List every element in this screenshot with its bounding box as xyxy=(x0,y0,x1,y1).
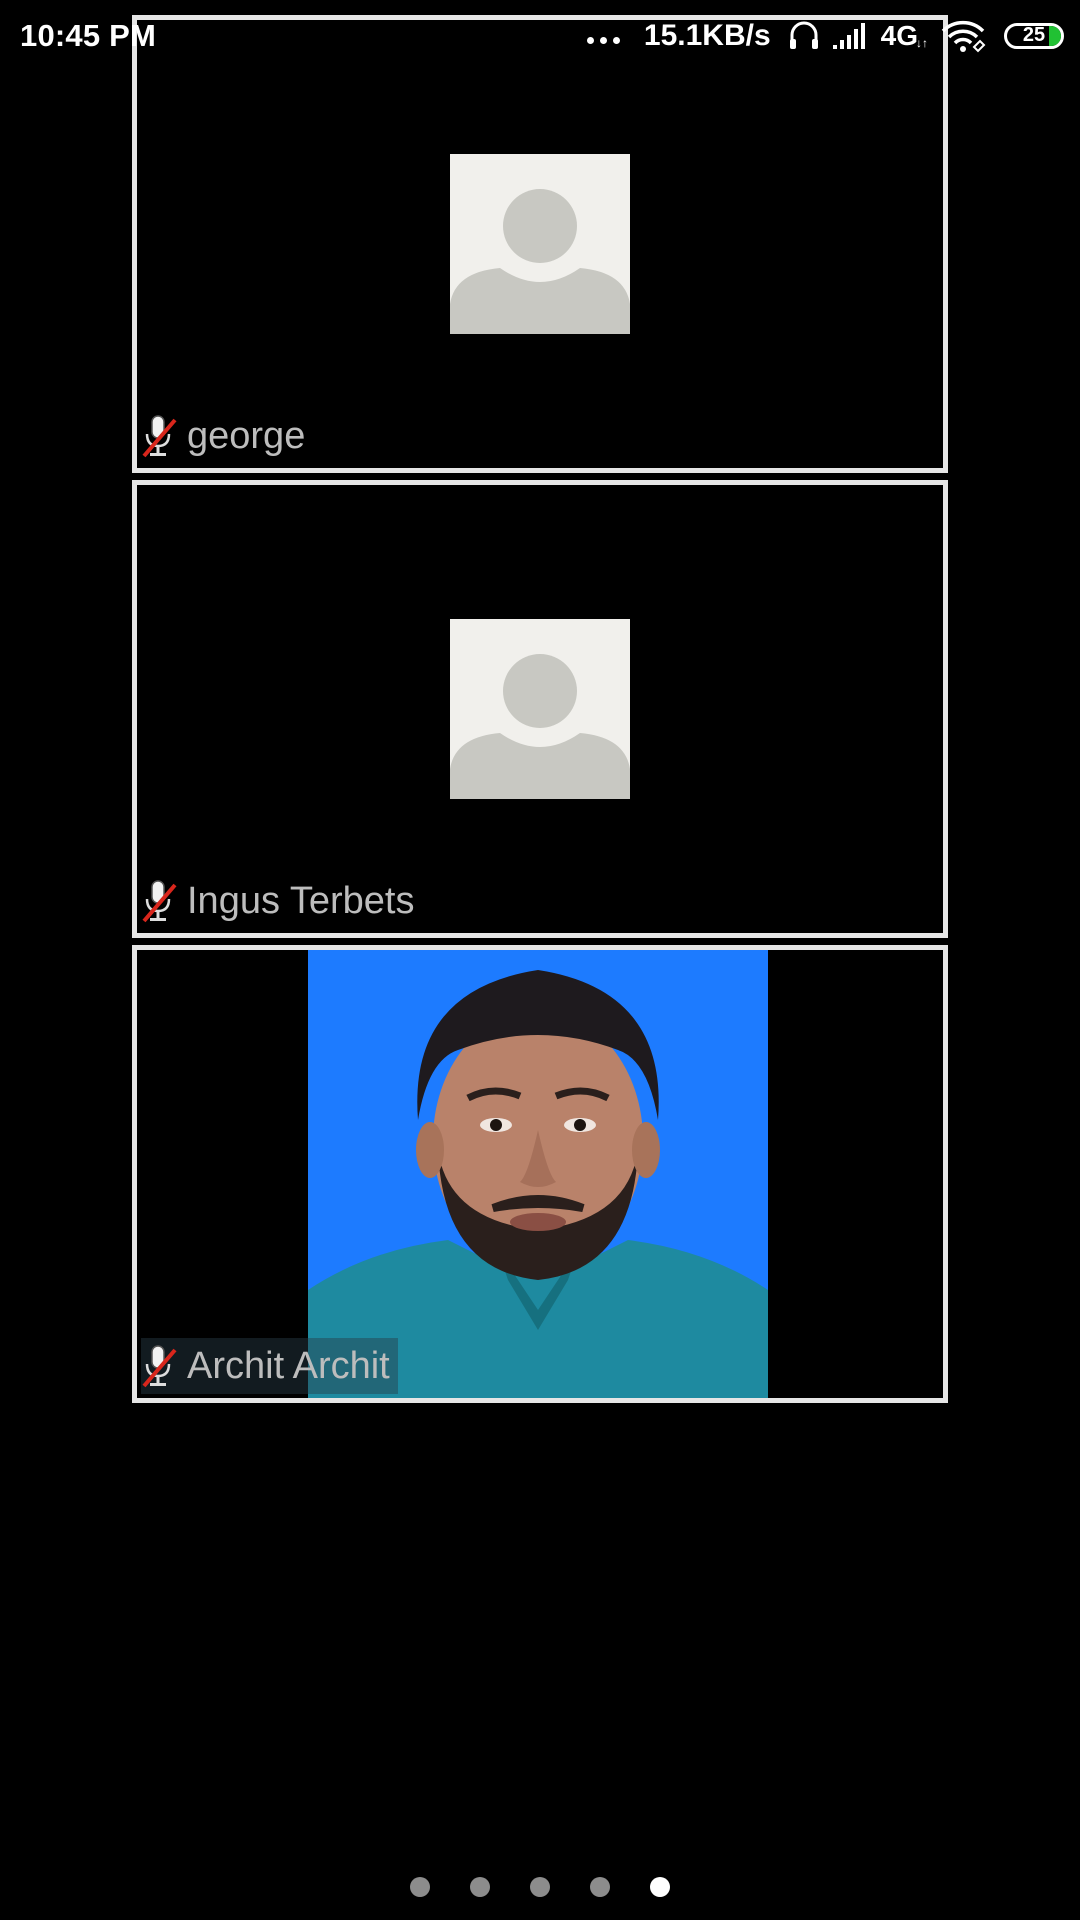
mic-off-icon xyxy=(142,880,177,923)
battery-icon: 25 xyxy=(1004,23,1064,49)
status-icons: 15.1KB/s 4G ↓↑ 25 xyxy=(586,14,1064,58)
status-time: 10:45 PM xyxy=(20,18,156,53)
page-indicator xyxy=(0,1877,1080,1897)
more-dots-icon xyxy=(586,36,620,44)
participant-name: george xyxy=(187,414,306,457)
participant-tile[interactable]: Ingus Terbets xyxy=(132,480,948,938)
page-dot[interactable] xyxy=(470,1877,490,1897)
default-avatar-icon xyxy=(450,154,630,334)
status-bar: 10:45 PM 15.1KB/s 4G ↓↑ 25 xyxy=(0,0,1080,72)
participant-name: Archit Archit xyxy=(187,1344,390,1387)
network-speed: 15.1KB/s xyxy=(643,19,771,52)
page-dot[interactable] xyxy=(530,1877,550,1897)
participant-label: Ingus Terbets xyxy=(141,873,422,929)
network-type: 4G ↓↑ xyxy=(880,20,928,51)
participant-tile[interactable]: Archit Archit xyxy=(132,945,948,1403)
signal-icon xyxy=(832,23,865,49)
participant-tile[interactable]: george xyxy=(132,15,948,473)
participant-label: Archit Archit xyxy=(141,1338,398,1394)
participant-video xyxy=(308,950,768,1398)
page-dot[interactable] xyxy=(410,1877,430,1897)
mic-off-icon xyxy=(142,1345,177,1388)
wifi-icon xyxy=(941,20,986,53)
participant-label: george xyxy=(141,408,313,464)
battery-level: 25 xyxy=(1022,24,1046,46)
default-avatar-icon xyxy=(450,619,630,799)
participant-name: Ingus Terbets xyxy=(187,879,415,922)
headset-icon xyxy=(789,21,818,49)
page-dot-active[interactable] xyxy=(650,1877,670,1897)
page-dot[interactable] xyxy=(590,1877,610,1897)
mic-off-icon xyxy=(142,415,177,458)
